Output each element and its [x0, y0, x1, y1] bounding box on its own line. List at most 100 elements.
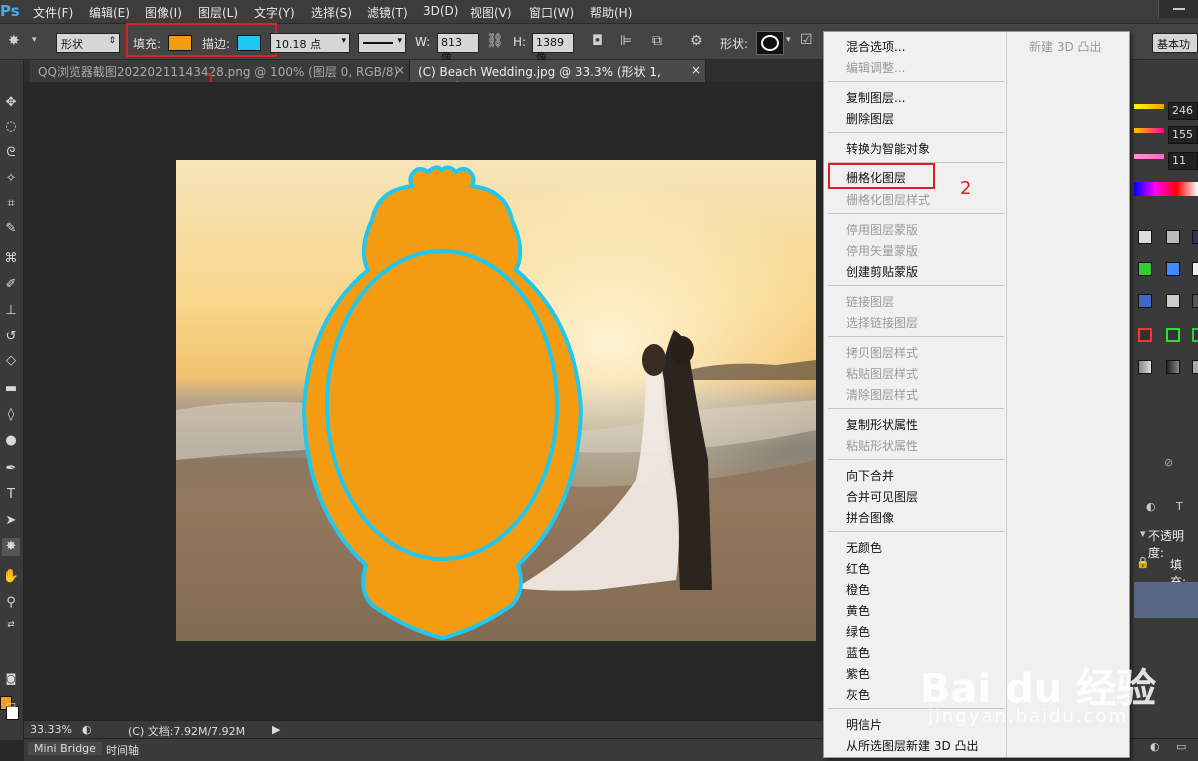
lasso-tool-icon[interactable]: ᘓ: [2, 144, 20, 162]
green-value[interactable]: 155: [1168, 126, 1198, 144]
menu-item-color-red[interactable]: 红色: [846, 560, 870, 577]
menu-item-color-violet[interactable]: 紫色: [846, 665, 870, 682]
red-slider[interactable]: [1134, 104, 1164, 109]
tab-mini-bridge[interactable]: Mini Bridge: [28, 742, 102, 755]
tab-timeline[interactable]: 时间轴: [100, 742, 145, 758]
stroke-width-field[interactable]: 10.18 点 ▾: [270, 33, 350, 53]
menu-help[interactable]: 帮助(H): [590, 4, 632, 21]
green-slider[interactable]: [1134, 128, 1164, 133]
pen-tool-icon[interactable]: ✒: [2, 460, 20, 478]
minimize-button[interactable]: [1158, 0, 1198, 18]
close-icon[interactable]: ×: [691, 63, 701, 77]
blue-slider[interactable]: [1134, 154, 1164, 159]
style-swatch[interactable]: [1138, 294, 1152, 308]
style-swatch[interactable]: [1192, 360, 1198, 374]
style-swatch[interactable]: [1138, 230, 1152, 244]
type-tool-icon[interactable]: T: [2, 486, 20, 504]
menu-item-color-green[interactable]: 绿色: [846, 623, 870, 640]
menu-item-color-yellow[interactable]: 黄色: [846, 602, 870, 619]
menu-item-new-3d-from-selected[interactable]: 从所选图层新建 3D 凸出: [846, 737, 979, 754]
hand-tool-icon[interactable]: ✋: [2, 568, 20, 586]
style-swatch[interactable]: [1138, 360, 1152, 374]
menu-filter[interactable]: 滤镜(T): [367, 4, 408, 21]
layer-row-selected[interactable]: [1134, 582, 1198, 618]
swap-colors-icon[interactable]: ⇄: [2, 616, 20, 634]
menu-item-merge-visible[interactable]: 合并可见图层: [846, 488, 918, 505]
tab-qq-screenshot[interactable]: QQ浏览器截图20220211143428.png @ 100% (图层 0, …: [30, 60, 410, 94]
menu-view[interactable]: 视图(V): [470, 4, 512, 21]
link-icon[interactable]: ⛓: [486, 33, 504, 49]
menu-item-delete-layer[interactable]: 删除图层: [846, 110, 894, 127]
quick-mask-icon[interactable]: ◙: [2, 670, 20, 688]
path-selection-tool-icon[interactable]: ➤: [2, 512, 20, 530]
lock-icon[interactable]: 🔒: [1136, 556, 1150, 569]
menu-select[interactable]: 选择(S): [311, 4, 352, 21]
info-icon[interactable]: ◐: [82, 723, 92, 736]
menu-image[interactable]: 图像(I): [145, 4, 182, 21]
chevron-down-icon[interactable]: ▾: [786, 35, 791, 45]
layer-type-icon[interactable]: T: [1176, 500, 1183, 513]
chevron-down-icon[interactable]: ▾: [1140, 527, 1146, 540]
stroke-style-select[interactable]: ▾: [358, 33, 406, 53]
style-swatch[interactable]: [1192, 230, 1198, 244]
menu-item-duplicate-layer[interactable]: 复制图层...: [846, 89, 905, 106]
menu-type[interactable]: 文字(Y): [254, 4, 295, 21]
menu-layer[interactable]: 图层(L): [198, 4, 238, 21]
magic-wand-tool-icon[interactable]: ✧: [2, 170, 20, 188]
menu-item-color-orange[interactable]: 橙色: [846, 581, 870, 598]
move-tool-icon[interactable]: ✥: [2, 94, 20, 112]
blue-value[interactable]: 11: [1168, 152, 1198, 170]
close-icon[interactable]: ×: [395, 63, 405, 77]
play-icon[interactable]: ▶: [272, 723, 280, 736]
clone-stamp-tool-icon[interactable]: ⊥: [2, 302, 20, 320]
menu-edit[interactable]: 编辑(E): [89, 4, 130, 21]
red-value[interactable]: 246: [1168, 102, 1198, 120]
style-swatch[interactable]: [1192, 294, 1198, 308]
zoom-tool-icon[interactable]: ⚲: [2, 594, 20, 612]
tool-preset-chevron-icon[interactable]: ▾: [32, 35, 37, 45]
zoom-level[interactable]: 33.33%: [30, 723, 72, 736]
style-swatch[interactable]: [1166, 328, 1180, 342]
width-field[interactable]: 813 像: [437, 33, 479, 64]
menu-item-merge-down[interactable]: 向下合并: [846, 467, 894, 484]
workspace-button[interactable]: 基本功: [1152, 33, 1198, 53]
align-edges-checkbox[interactable]: ☑: [800, 32, 813, 48]
eraser-tool-icon[interactable]: ◇: [2, 352, 20, 370]
menu-item-color-blue[interactable]: 蓝色: [846, 644, 870, 661]
color-spectrum[interactable]: [1134, 182, 1198, 196]
gradient-tool-icon[interactable]: ▬: [2, 380, 20, 398]
adjustment-icon[interactable]: ◐: [1150, 740, 1160, 753]
menu-item-postcard[interactable]: 明信片: [846, 716, 882, 733]
beach-wedding-image[interactable]: [176, 160, 816, 641]
custom-shape-tool-icon[interactable]: ✸: [8, 33, 20, 49]
style-swatch[interactable]: [1166, 230, 1180, 244]
no-style-icon[interactable]: ⊘: [1164, 456, 1173, 469]
style-swatch[interactable]: [1192, 262, 1198, 276]
style-swatch[interactable]: [1192, 328, 1198, 342]
menu-item-copy-shape-attributes[interactable]: 复制形状属性: [846, 416, 918, 433]
menu-item-color-gray[interactable]: 灰色: [846, 686, 870, 703]
crop-tool-icon[interactable]: ⌗: [2, 195, 20, 213]
healing-brush-tool-icon[interactable]: ⌘: [2, 250, 20, 268]
menu-item-blending-options[interactable]: 混合选项...: [846, 38, 905, 55]
blur-tool-icon[interactable]: ◊: [2, 406, 20, 424]
menu-item-convert-to-smart-object[interactable]: 转换为智能对象: [846, 140, 930, 157]
menu-item-flatten-image[interactable]: 拼合图像: [846, 509, 894, 526]
brush-tool-icon[interactable]: ✐: [2, 276, 20, 294]
new-group-icon[interactable]: ▭: [1176, 740, 1186, 753]
tool-mode-select[interactable]: 形状 ⇕: [56, 33, 120, 53]
history-brush-tool-icon[interactable]: ↺: [2, 328, 20, 346]
path-arrangement-icon[interactable]: ⧉: [652, 33, 662, 49]
style-swatch[interactable]: [1166, 262, 1180, 276]
style-swatch[interactable]: [1138, 262, 1152, 276]
tab-beach-wedding[interactable]: (C) Beach Wedding.jpg @ 33.3% (形状 1, RGB…: [410, 60, 706, 94]
height-field[interactable]: 1389 像: [532, 33, 574, 64]
style-swatch[interactable]: [1166, 360, 1180, 374]
layer-filter-icon[interactable]: ◐: [1146, 500, 1156, 513]
dodge-tool-icon[interactable]: ●: [2, 432, 20, 450]
shape-picker[interactable]: [756, 31, 784, 55]
menu-window[interactable]: 窗口(W): [529, 4, 574, 21]
menu-item-color-none[interactable]: 无颜色: [846, 539, 882, 556]
marquee-tool-icon[interactable]: ◌: [2, 118, 20, 136]
menu-item-create-clipping-mask[interactable]: 创建剪贴蒙版: [846, 263, 918, 280]
